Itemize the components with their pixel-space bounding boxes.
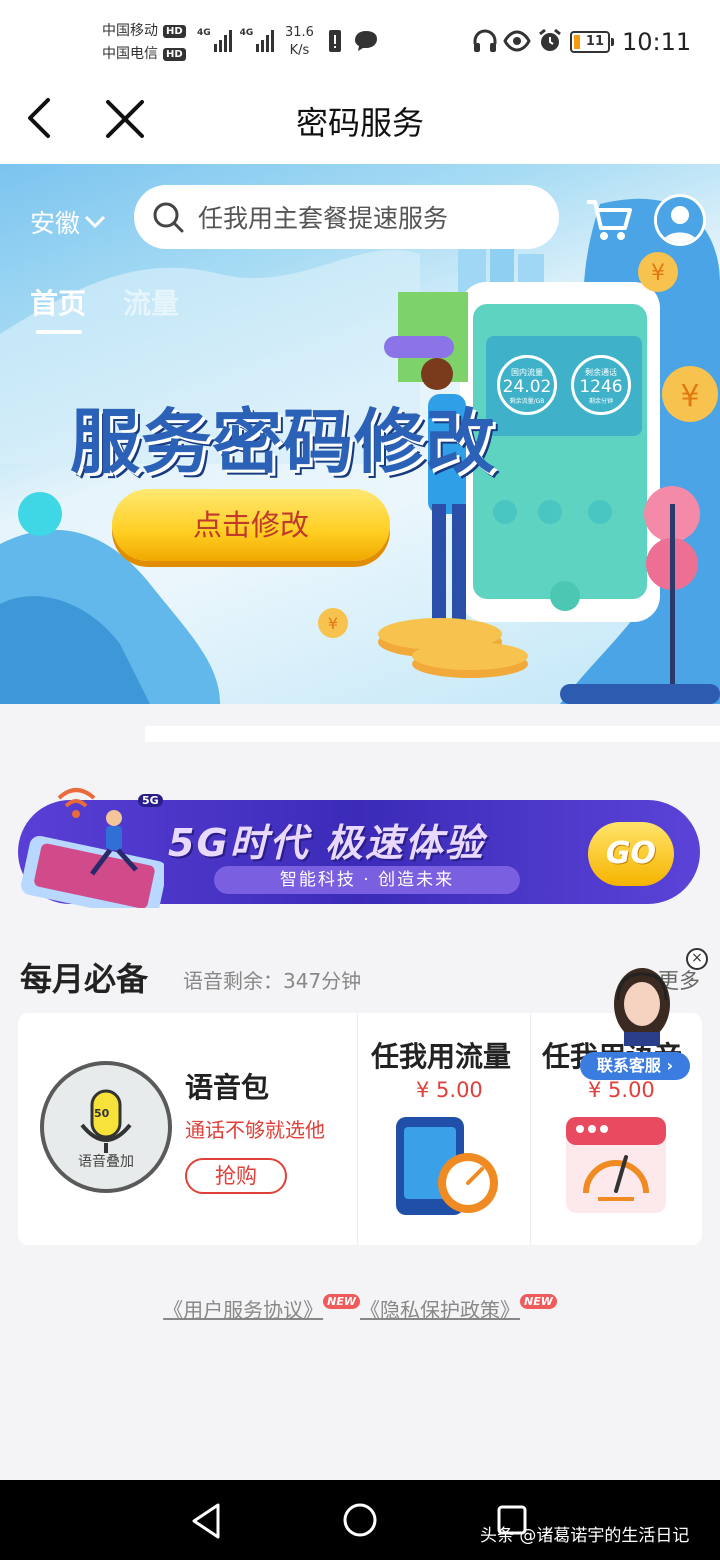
- signal-icon: 4G: [240, 28, 275, 52]
- carrier-info: 中国移动 HD 中国电信 HD: [102, 20, 186, 66]
- back-triangle-icon[interactable]: [190, 1502, 224, 1540]
- search-placeholder: 任我用主套餐提速服务: [198, 204, 449, 233]
- card-divider: [357, 1013, 358, 1245]
- svg-text:¥: ¥: [328, 614, 338, 633]
- tab-data[interactable]: 流量: [123, 282, 179, 322]
- signal-icons: 4G 4G: [197, 28, 275, 52]
- alert-icon: [329, 30, 341, 52]
- banner-headline: 服务密码修改: [70, 401, 496, 483]
- phone-stat-data: 国内流量 24.02 剩余流量/GB: [497, 355, 557, 415]
- alarm-icon: [539, 28, 561, 51]
- eye-icon: [503, 30, 531, 52]
- contact-service-button[interactable]: 联系客服 ›: [580, 1052, 690, 1080]
- message-icon: [355, 31, 377, 51]
- svg-text:¥: ¥: [680, 379, 699, 414]
- watermark: 头条 @诸葛诺宇的生活日记: [480, 1526, 690, 1546]
- product-name: 语音包: [185, 1071, 270, 1104]
- voice-badge: 50: [94, 1107, 110, 1120]
- promo-title: 5G时代 极速体验: [168, 821, 485, 865]
- system-nav-bar: [0, 1480, 720, 1560]
- carrier-1: 中国移动: [102, 23, 158, 39]
- card-divider: [530, 1013, 531, 1245]
- new-badge: NEW: [520, 1294, 557, 1309]
- search-icon: [153, 202, 184, 233]
- speedometer-icon: [566, 1117, 666, 1213]
- page-title: 密码服务: [295, 104, 424, 142]
- search-input[interactable]: 任我用主套餐提速服务: [134, 185, 559, 249]
- hd-badge: HD: [163, 25, 186, 38]
- products-card: 50 语音叠加 语音包 通话不够就选他 抢购 任我用流量 ¥ 5.00 任我用语…: [18, 1013, 702, 1245]
- buy-button[interactable]: 抢购: [185, 1158, 287, 1194]
- user-avatar[interactable]: [654, 194, 706, 246]
- hero-banner[interactable]: ¥ ¥ ¥ 安徽 任我用主套餐提速服务 首页 流量 国内流量 24.02 剩余流…: [0, 164, 720, 704]
- voice-remaining: 语音剩余：347分钟: [183, 969, 362, 993]
- status-bar: 中国移动 HD 中国电信 HD 4G 4G 31.6 K/s 11 10:11: [0, 0, 720, 82]
- network-speed: 31.6 K/s: [285, 25, 314, 58]
- close-icon[interactable]: ×: [686, 948, 708, 970]
- product-price: ¥ 5.00: [588, 1078, 655, 1102]
- clock: 10:11: [622, 28, 692, 56]
- section-title: 每月必备: [20, 960, 149, 998]
- promo-5g-banner[interactable]: 5G 5G时代 极速体验 智能科技 · 创造未来 GO: [18, 788, 700, 908]
- voice-pack-caption: 语音叠加: [78, 1154, 134, 1170]
- battery-indicator: 11: [570, 31, 614, 53]
- promo-subtitle: 智能科技 · 创造未来: [214, 866, 520, 894]
- user-icon: [657, 197, 703, 243]
- cart-icon[interactable]: [585, 198, 633, 242]
- nav-bar: 密码服务: [0, 82, 720, 164]
- region-selector[interactable]: 安徽: [30, 204, 106, 240]
- signal-icon: 4G: [197, 28, 232, 52]
- home-circle-icon[interactable]: [342, 1502, 378, 1538]
- chevron-down-icon: [84, 215, 106, 229]
- voice-pack-icon: 50 语音叠加: [40, 1061, 172, 1193]
- new-badge: NEW: [323, 1294, 360, 1309]
- user-agreement-link[interactable]: 《用户服务协议》: [163, 1298, 323, 1322]
- agreements-links: 《用户服务协议》 NEW 《隐私保护政策》 NEW: [0, 1294, 720, 1323]
- privacy-policy-link[interactable]: 《隐私保护政策》: [360, 1298, 520, 1322]
- carrier-2: 中国电信: [102, 46, 158, 62]
- svg-text:¥: ¥: [651, 261, 665, 286]
- phone-speed-icon: [396, 1117, 498, 1215]
- product-price: ¥ 5.00: [416, 1078, 483, 1102]
- phone-stat-voice: 剩余通话 1246 剩余分钟: [571, 355, 631, 415]
- tab-indicator: [36, 330, 82, 334]
- go-button[interactable]: GO: [588, 822, 674, 886]
- product-desc: 通话不够就选他: [185, 1118, 325, 1142]
- customer-service-avatar[interactable]: [610, 966, 674, 1046]
- 5g-badge: 5G: [138, 794, 163, 807]
- product-name: 任我用流量: [371, 1040, 512, 1073]
- headphones-icon: [473, 29, 497, 52]
- hd-badge: HD: [163, 48, 186, 61]
- tab-home[interactable]: 首页: [30, 282, 86, 322]
- modify-button[interactable]: 点击修改: [112, 489, 390, 561]
- divider-strip: [145, 726, 720, 742]
